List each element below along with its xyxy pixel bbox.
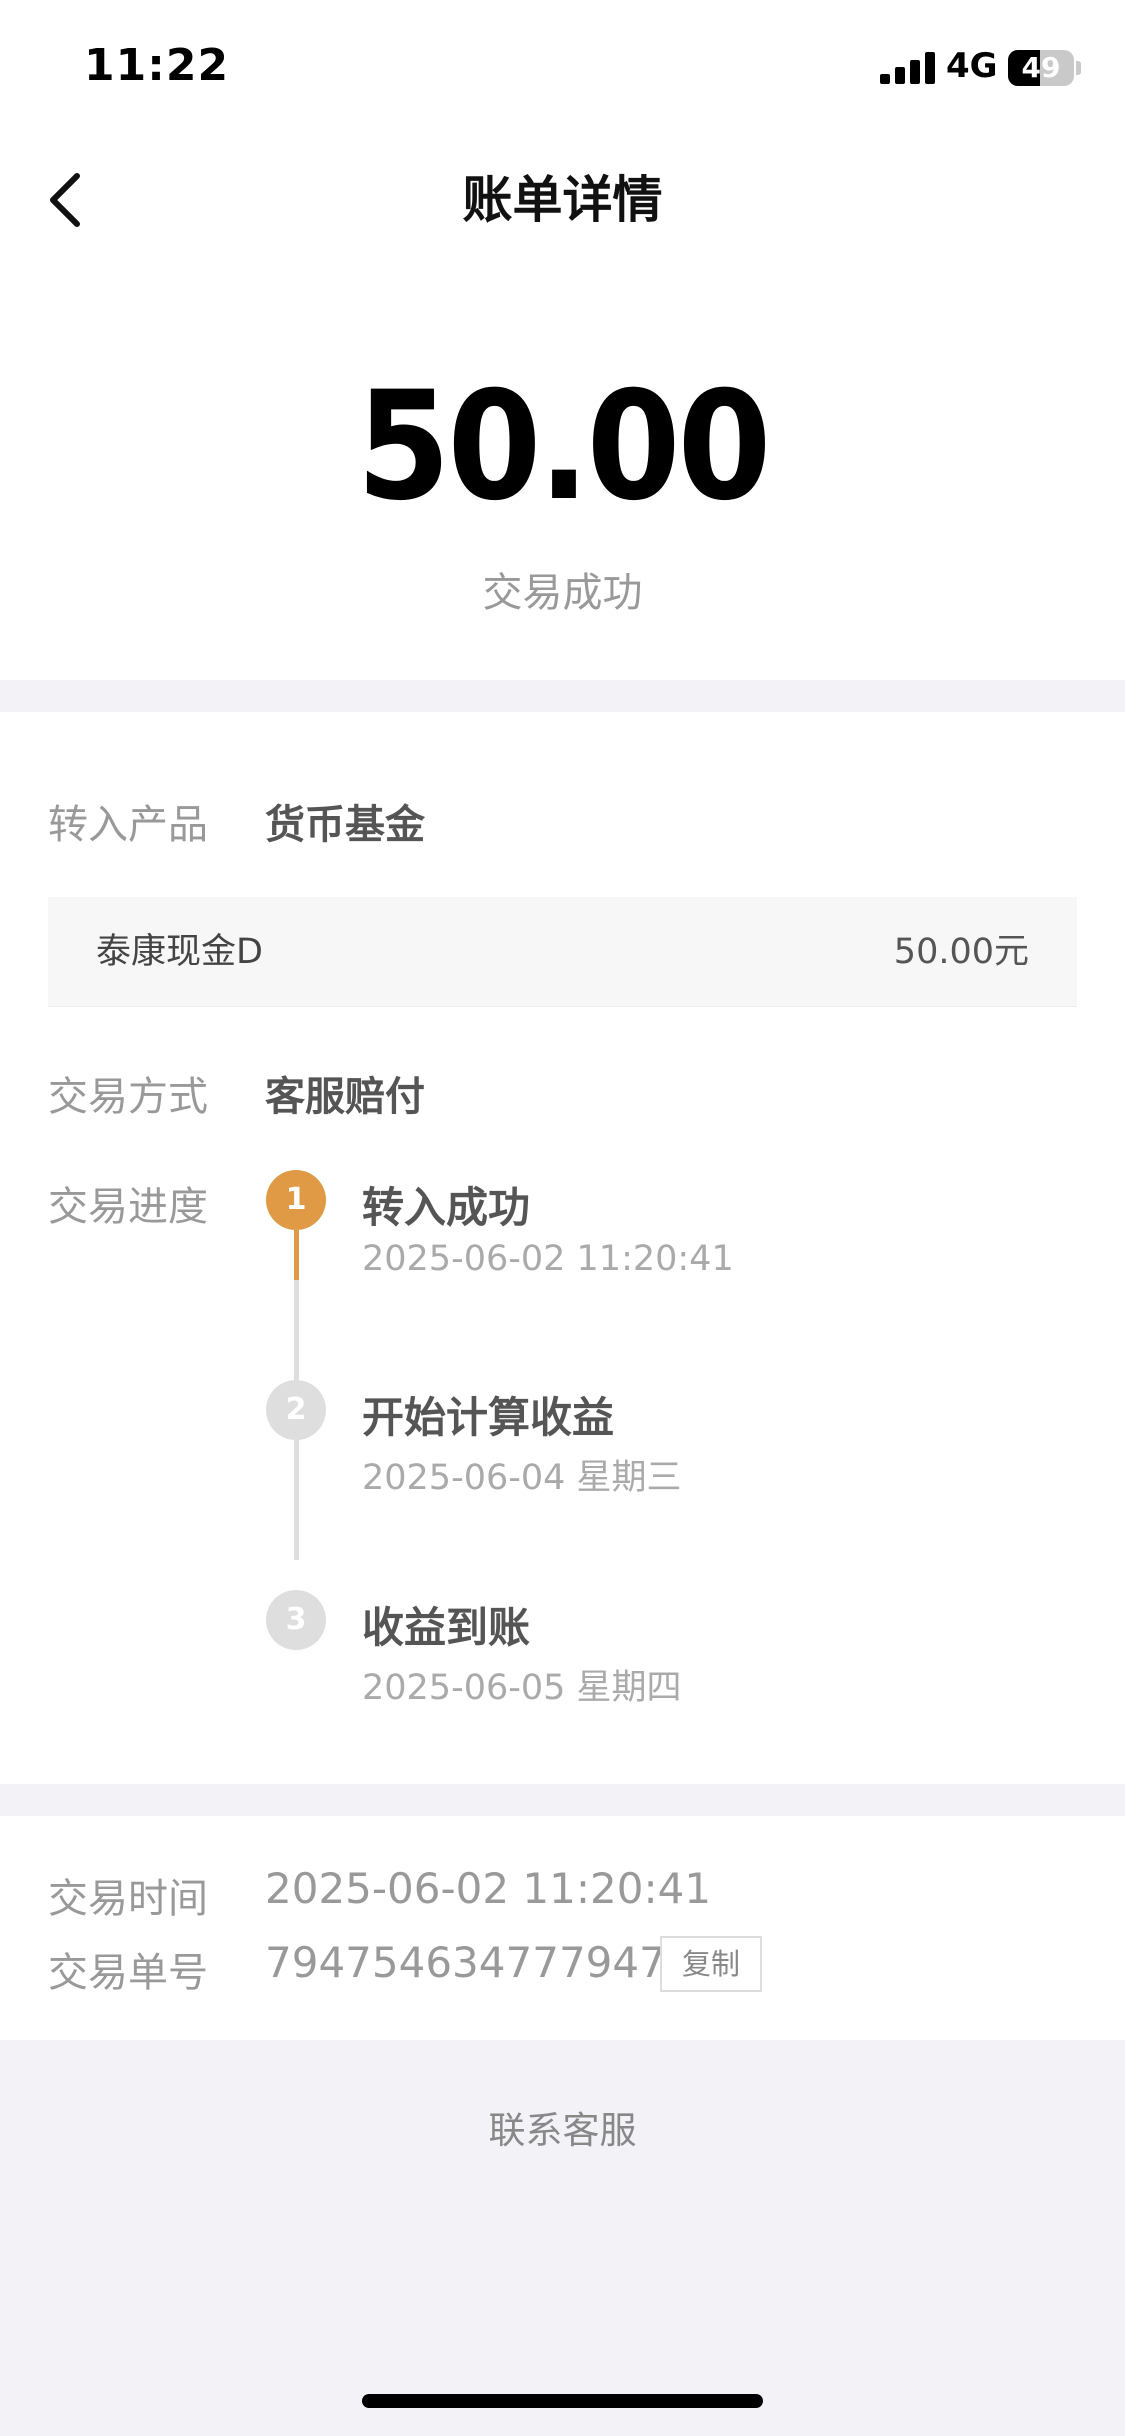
battery-tip [1076,61,1081,75]
time-label: 交易时间 [48,1876,208,1922]
step-3-title: 收益到账 [362,1603,531,1652]
status-bar: 11:22 4G 49 [0,0,1125,135]
status-time: 11:22 [84,40,230,91]
step-1-title: 转入成功 [362,1183,531,1232]
order-number: 794754634777947 [265,1938,666,1987]
step-1-date: 2025-06-02 11:20:41 [362,1239,734,1279]
home-indicator [362,2394,763,2408]
product-label: 转入产品 [48,802,208,848]
back-button[interactable] [30,160,100,240]
time-value: 2025-06-02 11:20:41 [265,1864,712,1913]
step-3-badge: 3 [266,1590,326,1650]
transaction-meta-card: 交易时间 2025-06-02 11:20:41 交易单号 7947546347… [0,1816,1125,2040]
fund-name: 泰康现金D [96,932,263,972]
fund-row[interactable]: 泰康现金D 50.00元 [48,897,1077,1007]
signal-icon [880,52,935,84]
transaction-status: 交易成功 [482,570,643,616]
page-title: 账单详情 [462,171,663,229]
step-1-badge: 1 [266,1170,326,1230]
copy-button[interactable]: 复制 [660,1936,762,1992]
battery-icon: 49 [1008,50,1074,86]
method-label: 交易方式 [48,1074,208,1120]
order-label: 交易单号 [48,1950,208,1996]
top-section: 11:22 4G 49 账单详情 50.00 交易成功 [0,0,1125,680]
method-value: 客服赔付 [265,1074,425,1120]
progress-label: 交易进度 [48,1184,208,1230]
step-2-date: 2025-06-04 星期三 [362,1458,682,1498]
timeline-line-active [294,1230,299,1280]
chevron-left-icon [50,173,80,227]
battery-level: 49 [1021,51,1061,84]
bill-detail-page: 11:22 4G 49 账单详情 50.00 交易成功 转入产品 货币基金 泰康… [0,0,1125,2436]
nav-bar: 账单详情 [0,140,1125,260]
transaction-amount: 50.00 [356,360,772,534]
details-card: 转入产品 货币基金 泰康现金D 50.00元 交易方式 客服赔付 交易进度 1 … [0,712,1125,1784]
step-2-title: 开始计算收益 [362,1393,615,1442]
step-2-badge: 2 [266,1380,326,1440]
fund-amount: 50.00元 [893,932,1029,972]
network-type: 4G [946,46,998,86]
step-3-date: 2025-06-05 星期四 [362,1668,682,1708]
contact-service-link[interactable]: 联系客服 [0,2100,1125,2154]
product-value: 货币基金 [265,802,425,848]
